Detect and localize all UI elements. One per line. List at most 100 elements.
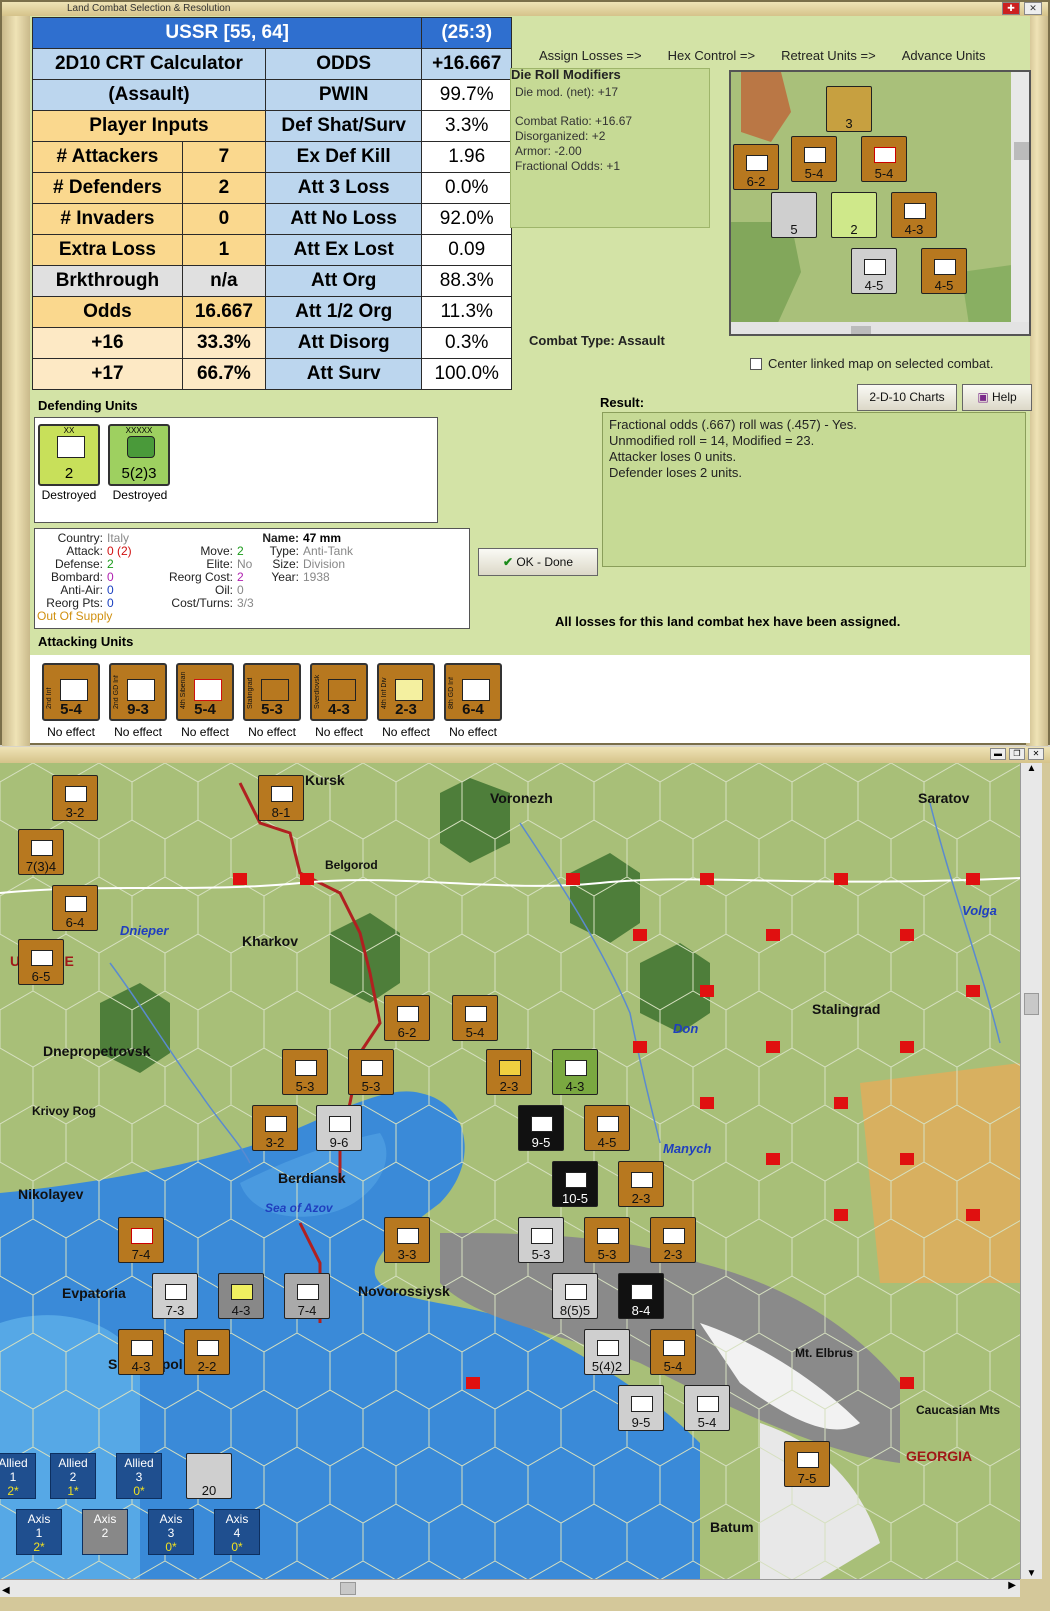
restore-icon[interactable]: ❐ bbox=[1009, 748, 1025, 760]
map-counter[interactable]: 9-5 bbox=[518, 1105, 564, 1151]
map-label: Evpatoria bbox=[62, 1285, 126, 1301]
odds-left-label: Odds bbox=[32, 296, 183, 328]
map-counter[interactable]: 2-2 bbox=[184, 1329, 230, 1375]
map-counter[interactable]: 7-4 bbox=[284, 1273, 330, 1319]
close-icon[interactable]: ✕ bbox=[1028, 748, 1044, 760]
defending-unit-status: Destroyed bbox=[112, 488, 168, 502]
scroll-thumb[interactable] bbox=[1024, 993, 1039, 1015]
axis-box-4[interactable]: Axis 4 0* bbox=[214, 1509, 260, 1555]
defending-unit-graziani[interactable]: XXXXX 5(2)3 bbox=[108, 424, 170, 486]
ok-done-button[interactable]: ✔ OK - Done bbox=[478, 548, 598, 576]
scroll-up-icon[interactable]: ▲ bbox=[1021, 763, 1042, 774]
map-counter[interactable]: 7-4 bbox=[118, 1217, 164, 1263]
attacking-unit[interactable]: 2nd GD Inf 9-3 bbox=[109, 663, 167, 721]
defending-unit-47mm[interactable]: XX 2 bbox=[38, 424, 100, 486]
allied-box-1[interactable]: Allied 1 2* bbox=[0, 1453, 36, 1499]
att-half-org-value: 11.3% bbox=[421, 296, 512, 328]
map-counter[interactable]: 5-3 bbox=[584, 1217, 630, 1263]
center-link-checkbox[interactable] bbox=[750, 357, 762, 370]
map-counter[interactable]: 4-3 bbox=[118, 1329, 164, 1375]
map-counter[interactable]: 4-5 bbox=[584, 1105, 630, 1151]
scroll-left-icon[interactable]: ◀ bbox=[0, 1585, 10, 1596]
map-counter[interactable]: 6-2 bbox=[384, 995, 430, 1041]
scroll-right-icon[interactable]: ▶ bbox=[1008, 1580, 1016, 1591]
tab-assign-losses[interactable]: Assign Losses => bbox=[539, 48, 642, 63]
attacking-unit[interactable]: Stalingrad 5-3 bbox=[243, 663, 301, 721]
defenders-input[interactable]: 2 bbox=[181, 172, 266, 204]
axis-box-1[interactable]: Axis 1 2* bbox=[16, 1509, 62, 1555]
ok-done-label: OK - Done bbox=[516, 555, 574, 569]
map-counter[interactable]: 5-4 bbox=[650, 1329, 696, 1375]
frame-left bbox=[2, 16, 30, 746]
map-counter[interactable]: 9-5 bbox=[618, 1385, 664, 1431]
map-counter[interactable]: 5-3 bbox=[518, 1217, 564, 1263]
map-counter[interactable]: 5-3 bbox=[282, 1049, 328, 1095]
map-counter[interactable]: 6-4 bbox=[52, 885, 98, 931]
map-counter[interactable]: 5-4 bbox=[684, 1385, 730, 1431]
map-counter[interactable]: 8-1 bbox=[258, 775, 304, 821]
attacking-unit[interactable]: 2nd Inf 5-4 bbox=[42, 663, 100, 721]
infantry-icon bbox=[395, 679, 423, 701]
tab-advance-units[interactable]: Advance Units bbox=[902, 48, 986, 63]
game-map[interactable]: Kursk Voronezh Saratov Belgorod Kharkov … bbox=[0, 763, 1020, 1579]
map-counter[interactable]: 5-4 bbox=[452, 995, 498, 1041]
attackers-label: # Attackers bbox=[32, 141, 183, 173]
supply-marker bbox=[700, 873, 714, 885]
map-counter[interactable]: 3-2 bbox=[52, 775, 98, 821]
map-counter[interactable]: 2-3 bbox=[618, 1161, 664, 1207]
map-counter[interactable]: 4-3 bbox=[218, 1273, 264, 1319]
map-counter[interactable]: 5(4)2 bbox=[584, 1329, 630, 1375]
unit-strength: 6-4 bbox=[462, 701, 484, 718]
allied-box-2[interactable]: Allied 2 1* bbox=[50, 1453, 96, 1499]
attacking-unit[interactable]: 8th GD Inf 6-4 bbox=[444, 663, 502, 721]
scroll-down-icon[interactable]: ▼ bbox=[1021, 1568, 1042, 1579]
ship-counter[interactable]: 20 bbox=[186, 1453, 232, 1499]
map-counter[interactable]: 4-3 bbox=[552, 1049, 598, 1095]
linked-minimap[interactable]: 3 6-2 5-4 5-4 5 2 4-3 4-5 4-5 bbox=[729, 70, 1031, 336]
map-counter[interactable]: 7-3 bbox=[152, 1273, 198, 1319]
attacking-unit[interactable]: Sverdlovsk 4-3 bbox=[310, 663, 368, 721]
att-half-org-label: Att 1/2 Org bbox=[264, 296, 423, 328]
extra-loss-label: Extra Loss bbox=[32, 234, 183, 266]
map-counter[interactable]: 5-3 bbox=[348, 1049, 394, 1095]
map-counter[interactable]: 8-4 bbox=[618, 1273, 664, 1319]
map-counter[interactable]: 3-3 bbox=[384, 1217, 430, 1263]
tab-hex-control[interactable]: Hex Control => bbox=[668, 48, 755, 63]
center-link-option[interactable]: Center linked map on selected combat. bbox=[750, 356, 993, 371]
extra-loss-input[interactable]: 1 bbox=[181, 234, 266, 266]
map-horizontal-scrollbar[interactable]: ◀ ▶ bbox=[0, 1579, 1020, 1597]
map-counter[interactable]: 2-3 bbox=[486, 1049, 532, 1095]
axis-box-2[interactable]: Axis 2 bbox=[82, 1509, 128, 1555]
map-counter[interactable]: 7(3)4 bbox=[18, 829, 64, 875]
map-counter[interactable]: 9-6 bbox=[316, 1105, 362, 1151]
axis-box-3[interactable]: Axis 3 0* bbox=[148, 1509, 194, 1555]
map-counter[interactable]: 3-2 bbox=[252, 1105, 298, 1151]
map-counter[interactable]: 2-3 bbox=[650, 1217, 696, 1263]
dialog-titlebar: Land Combat Selection & Resolution ✚ ✕ bbox=[2, 2, 1048, 16]
map-counter[interactable]: 7-5 bbox=[784, 1441, 830, 1487]
attacking-unit[interactable]: 4th Siberian 5-4 bbox=[176, 663, 234, 721]
attacking-unit[interactable]: 4th Inf Div 2-3 bbox=[377, 663, 435, 721]
map-label: Dnepropetrovsk bbox=[43, 1043, 151, 1059]
close-icon[interactable]: ✕ bbox=[1024, 2, 1042, 15]
unit-size: XXXXX bbox=[125, 426, 153, 435]
combat-type: Combat Type: Assault bbox=[529, 333, 665, 348]
minimize-icon[interactable]: ▬ bbox=[990, 748, 1006, 760]
att-disorg-label: Att Disorg bbox=[264, 327, 423, 359]
map-counter[interactable]: 10-5 bbox=[552, 1161, 598, 1207]
minimap-defender-counter: 2 bbox=[831, 192, 877, 238]
map-counter[interactable]: 6-5 bbox=[18, 939, 64, 985]
tab-retreat-units[interactable]: Retreat Units => bbox=[781, 48, 876, 63]
map-vertical-scrollbar[interactable]: ▲ ▼ bbox=[1020, 763, 1042, 1579]
map-counter[interactable]: 8(5)5 bbox=[552, 1273, 598, 1319]
brkthrough-value: n/a bbox=[181, 265, 266, 297]
charts-button-label: 2-D-10 Charts bbox=[869, 390, 945, 404]
infantry-icon bbox=[60, 679, 88, 701]
supply-status: Out Of Supply bbox=[37, 609, 113, 623]
invaders-input[interactable]: 0 bbox=[181, 203, 266, 235]
attackers-input[interactable]: 7 bbox=[181, 141, 266, 173]
help-button[interactable]: ▣ Help bbox=[962, 384, 1032, 411]
scroll-thumb-h[interactable] bbox=[340, 1582, 356, 1595]
charts-button[interactable]: 2-D-10 Charts bbox=[857, 384, 957, 411]
allied-box-3[interactable]: Allied 3 0* bbox=[116, 1453, 162, 1499]
